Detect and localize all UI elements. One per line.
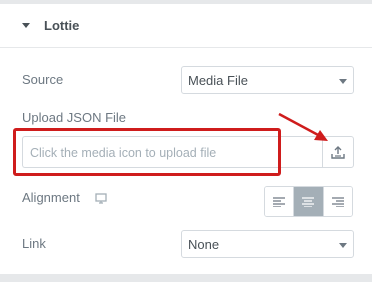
link-select[interactable]: None xyxy=(181,230,354,258)
align-right-icon xyxy=(331,196,344,207)
align-center-button[interactable] xyxy=(294,187,324,216)
alignment-choices xyxy=(264,186,353,217)
link-label: Link xyxy=(22,236,46,251)
desktop-icon[interactable] xyxy=(95,193,107,204)
alignment-label: Alignment xyxy=(22,190,80,205)
align-left-icon xyxy=(273,196,286,207)
align-center-icon xyxy=(302,196,315,207)
align-right-button[interactable] xyxy=(323,187,352,216)
chevron-down-icon xyxy=(339,243,347,248)
panel-bottom-border xyxy=(0,274,372,282)
link-select-value: None xyxy=(188,237,220,252)
section-title: Lottie xyxy=(44,18,80,33)
source-label: Source xyxy=(22,72,64,87)
source-select-value: Media File xyxy=(188,73,248,88)
caret-down-icon xyxy=(22,23,30,28)
upload-label: Upload JSON File xyxy=(22,110,127,125)
source-select[interactable]: Media File xyxy=(181,66,354,94)
annotation-arrow xyxy=(278,112,328,141)
align-left-button[interactable] xyxy=(265,187,295,216)
chevron-down-icon xyxy=(339,79,347,84)
lottie-panel: Lottie Source Media File Upload JSON Fil… xyxy=(0,4,372,274)
annotation-highlight-box xyxy=(13,128,281,176)
section-header-lottie[interactable]: Lottie xyxy=(0,4,372,48)
